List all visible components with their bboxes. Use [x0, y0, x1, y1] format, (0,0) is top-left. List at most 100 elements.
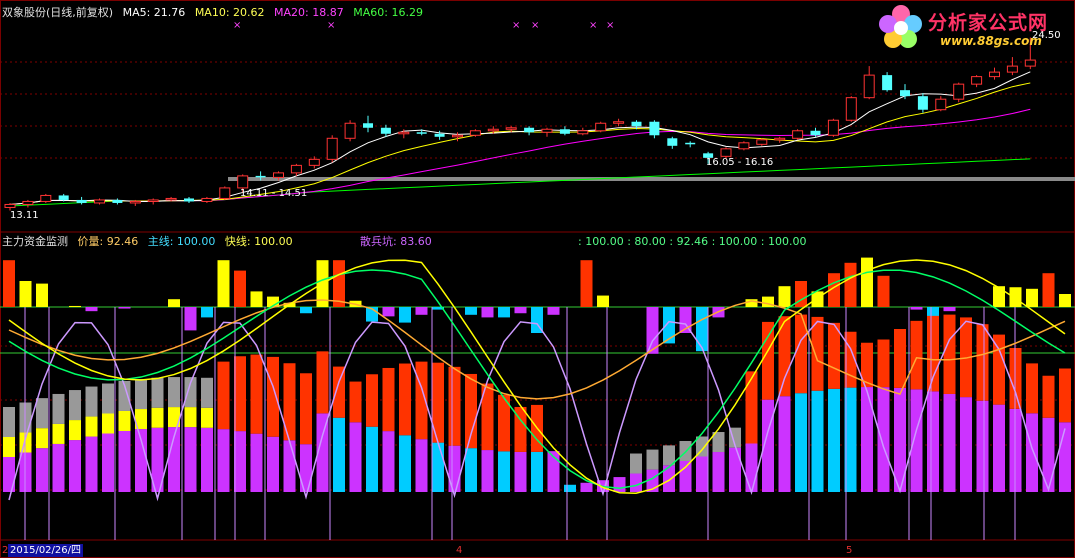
- candle: [827, 118, 839, 137]
- upper-bar: [3, 260, 15, 307]
- lower-bar-top: [877, 339, 890, 388]
- candle-body: [971, 76, 983, 85]
- lower-bar: [514, 451, 527, 492]
- candle-body: [344, 122, 356, 139]
- candle-body: [792, 130, 804, 139]
- lower-bar-top: [1026, 363, 1038, 414]
- candle-body: [649, 121, 660, 136]
- lower-bar-mid: [69, 420, 81, 441]
- lower-bar: [366, 426, 378, 492]
- retail-value: 散兵坑: 83.60: [360, 235, 432, 248]
- ma10-line: [9, 82, 1031, 205]
- candle-body: [112, 199, 123, 203]
- lower-bar: [679, 460, 692, 492]
- candle: [184, 196, 194, 203]
- upper-bar: [168, 299, 180, 307]
- upper-bar: [481, 307, 494, 318]
- lower-bar: [795, 393, 807, 492]
- lower-bar: [432, 442, 444, 492]
- lower-bar: [481, 450, 494, 492]
- lower-bar: [1059, 422, 1071, 492]
- lower-bar-top: [234, 356, 246, 432]
- candle: [344, 120, 356, 142]
- lower-bar-top: [910, 320, 923, 390]
- candle: [524, 126, 535, 136]
- lower-bar-top: [1059, 368, 1071, 423]
- lower-bar-top: [267, 356, 279, 437]
- lower-bar: [267, 436, 279, 492]
- candle-body: [201, 197, 213, 202]
- lower-bar-top: [646, 449, 659, 470]
- lower-bar: [993, 404, 1005, 492]
- candle: [559, 126, 570, 136]
- support-band: [228, 177, 1075, 181]
- flower-icon: [879, 5, 922, 48]
- lower-bar-mid: [52, 423, 65, 444]
- upper-bar: [184, 307, 197, 331]
- ma20-value: MA20: 18.87: [274, 6, 344, 19]
- candle-body: [720, 148, 732, 157]
- fast-line-value: 快线: 100.00: [224, 235, 293, 248]
- candle: [845, 96, 857, 122]
- brand-url: www.88gs.com: [940, 34, 1042, 48]
- candle-body: [577, 130, 589, 135]
- upper-bar: [201, 307, 213, 318]
- lower-bar-mid: [118, 410, 131, 431]
- signal-marker: ×: [512, 20, 520, 31]
- upper-bar: [1026, 288, 1038, 307]
- upper-bar: [1042, 273, 1055, 307]
- lower-bar-top: [250, 354, 263, 434]
- lower-bar-top: [217, 361, 230, 430]
- candle-body: [917, 96, 928, 110]
- candle: [863, 66, 875, 100]
- candle-body: [434, 133, 445, 137]
- upper-bar: [993, 286, 1005, 307]
- candle-body: [308, 158, 320, 166]
- upper-bar: [910, 307, 923, 310]
- lower-bar-top: [333, 366, 345, 418]
- upper-bar: [943, 307, 956, 312]
- date-label: 2015/02/26/四: [8, 544, 84, 557]
- lower-bar: [448, 445, 461, 492]
- lower-bar: [910, 389, 923, 492]
- ma60-line: [9, 158, 1031, 207]
- signal-marker: ×: [531, 20, 539, 31]
- candle-body: [845, 97, 857, 121]
- lower-bar: [498, 451, 510, 492]
- candle-body: [326, 137, 338, 160]
- lower-bar: [201, 427, 213, 492]
- upper-bar: [399, 307, 411, 323]
- price-volume-value: 价量: 92.46: [77, 235, 139, 248]
- candle-body: [4, 203, 16, 208]
- lower-bar: [778, 396, 791, 492]
- upper-bar: [234, 270, 246, 307]
- main-line-value: 主线: 100.00: [147, 235, 216, 248]
- price-annotation-low-mid: 16.05 - 16.16: [706, 157, 773, 168]
- candle-body: [505, 127, 517, 130]
- lower-bar: [712, 452, 725, 492]
- site-logo: 分析家公式网 www.88gs.com: [876, 2, 1072, 54]
- upper-bar: [118, 307, 131, 309]
- candle: [685, 141, 696, 148]
- signal-marker: ×: [606, 20, 614, 31]
- signal-marker: ×: [327, 20, 335, 31]
- lower-bar: [531, 451, 543, 492]
- candle-body: [667, 138, 678, 146]
- candle: [147, 198, 159, 205]
- lower-bar-top: [349, 381, 362, 423]
- lower-bar: [745, 443, 758, 492]
- signal-marker: ×: [589, 20, 597, 31]
- lower-bar-mid: [3, 437, 15, 457]
- upper-bar: [415, 307, 428, 315]
- upper-bar: [580, 260, 593, 307]
- candle: [917, 93, 928, 113]
- candle: [94, 198, 105, 205]
- lower-bar: [613, 477, 626, 492]
- candle: [22, 199, 34, 208]
- candle-body: [487, 128, 499, 132]
- lower-bar: [976, 400, 989, 492]
- candle-body: [1024, 59, 1036, 67]
- lower-bar-mid: [85, 416, 98, 437]
- lower-bar-mid: [36, 428, 48, 449]
- upper-bar: [547, 307, 560, 315]
